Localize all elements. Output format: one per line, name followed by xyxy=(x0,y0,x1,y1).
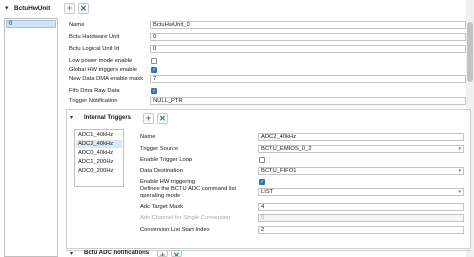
enable-hw-triggering-label: Enable HW triggering xyxy=(140,179,196,185)
dropdown-arrow-icon[interactable]: ▾ xyxy=(458,168,461,174)
close-icon: ✕ xyxy=(80,4,87,13)
plus-icon: + xyxy=(66,3,73,13)
delete-trigger-button[interactable]: ✕ xyxy=(157,113,168,124)
scrollbar-thumb[interactable] xyxy=(467,22,473,82)
data-destination-select[interactable]: BCTU_FIFO1 ▾ xyxy=(258,167,464,175)
trigger-source-select[interactable]: BCTU_EMIOS_0_2 ▾ xyxy=(258,145,464,153)
list-item[interactable]: ADC1_40kHz xyxy=(76,131,122,139)
adc-target-mask-field[interactable]: 4 xyxy=(258,203,464,211)
trigger-source-value: BCTU_EMIOS_0_2 xyxy=(261,146,312,152)
trigger-name-label: Name xyxy=(140,134,156,140)
collapse-chevron-icon[interactable]: ▾ xyxy=(5,4,13,14)
plus-icon: + xyxy=(159,250,166,257)
close-icon: ✕ xyxy=(159,114,166,123)
logical-unit-id-label: Bctu Logical Unit Id xyxy=(69,46,119,52)
name-label: Name xyxy=(69,22,85,28)
delete-notification-button[interactable]: ✕ xyxy=(171,250,182,257)
fifo-dma-raw-checkbox[interactable]: ✓ xyxy=(151,88,157,94)
low-power-label: Low power mode enable xyxy=(69,58,133,64)
add-notification-button[interactable]: + xyxy=(157,250,168,257)
adc-command-list-value: LIST xyxy=(261,189,274,195)
trigger-notification-label: Trigger Notification xyxy=(69,98,118,104)
list-item[interactable]: ADC0_200Hz xyxy=(76,167,122,175)
data-destination-label: Data Destination xyxy=(140,168,183,174)
list-item[interactable]: 0 xyxy=(6,20,56,28)
internal-triggers-chevron-icon[interactable]: ▾ xyxy=(70,114,73,122)
hw-unit-label: Bctu Hardware Unit xyxy=(69,34,120,40)
hw-unit-list[interactable]: 0 xyxy=(4,18,58,257)
fifo-dma-raw-label: Fifo Dma Raw Data xyxy=(69,88,120,94)
data-destination-value: BCTU_FIFO1 xyxy=(261,168,297,174)
plus-icon: + xyxy=(145,113,152,123)
trigger-source-label: Trigger Source xyxy=(140,146,179,152)
close-icon: ✕ xyxy=(173,251,180,257)
low-power-checkbox[interactable] xyxy=(151,58,157,64)
enable-trigger-loop-checkbox[interactable] xyxy=(259,157,265,163)
section-title: BctuHwUnit xyxy=(14,5,51,12)
conversion-list-start-label: Conversion List Start Index xyxy=(140,227,210,233)
trigger-notification-field[interactable]: NULL_PTR xyxy=(150,97,466,105)
internal-triggers-list[interactable]: ADC1_40kHz ADC2_40kHz ADC0_40kHz ADC1_20… xyxy=(74,129,124,187)
dropdown-arrow-icon[interactable]: ▾ xyxy=(458,146,461,152)
hw-unit-field[interactable]: 0 xyxy=(150,33,466,41)
adc-command-list-label: Defines the BCTU ADC command list operat… xyxy=(140,186,237,199)
dropdown-arrow-icon[interactable]: ▾ xyxy=(458,189,461,195)
global-hw-triggers-label: Global HW triggers enable xyxy=(69,67,137,73)
internal-triggers-title: Internal Triggers xyxy=(84,115,132,121)
bctu-adc-notifications-chevron-icon[interactable]: ▾ xyxy=(70,251,73,257)
add-button[interactable]: + xyxy=(64,3,75,14)
new-data-dma-label: New Data DMA enable mask xyxy=(69,76,144,82)
trigger-name-field[interactable]: ADC2_40kHz xyxy=(258,133,464,141)
list-item[interactable]: ADC0_40kHz xyxy=(76,149,122,157)
adc-command-list-select[interactable]: LIST ▾ xyxy=(258,188,464,196)
global-hw-triggers-checkbox[interactable]: ✓ xyxy=(151,67,157,73)
list-item[interactable]: ADC1_200Hz xyxy=(76,158,122,166)
delete-button[interactable]: ✕ xyxy=(78,3,89,14)
bctu-adc-notifications-title: Bctu ADC notifications xyxy=(84,250,150,256)
enable-trigger-loop-label: Enable Trigger Loop xyxy=(140,157,193,163)
enable-hw-triggering-checkbox[interactable]: ✓ xyxy=(259,179,265,185)
conversion-list-start-field[interactable]: 2 xyxy=(258,226,464,234)
adc-channel-single-label: Adc Channel for Single Conversion xyxy=(140,215,231,221)
logical-unit-id-field[interactable]: 0 xyxy=(150,45,466,53)
name-field[interactable]: BctuHwUnit_0 xyxy=(150,21,466,29)
adc-target-mask-label: Adc Target Mask xyxy=(140,204,184,210)
adc-channel-single-field: 0 xyxy=(258,214,464,222)
list-item[interactable]: ADC2_40kHz xyxy=(76,140,122,148)
new-data-dma-field[interactable]: 7 xyxy=(150,75,466,83)
add-trigger-button[interactable]: + xyxy=(143,113,154,124)
